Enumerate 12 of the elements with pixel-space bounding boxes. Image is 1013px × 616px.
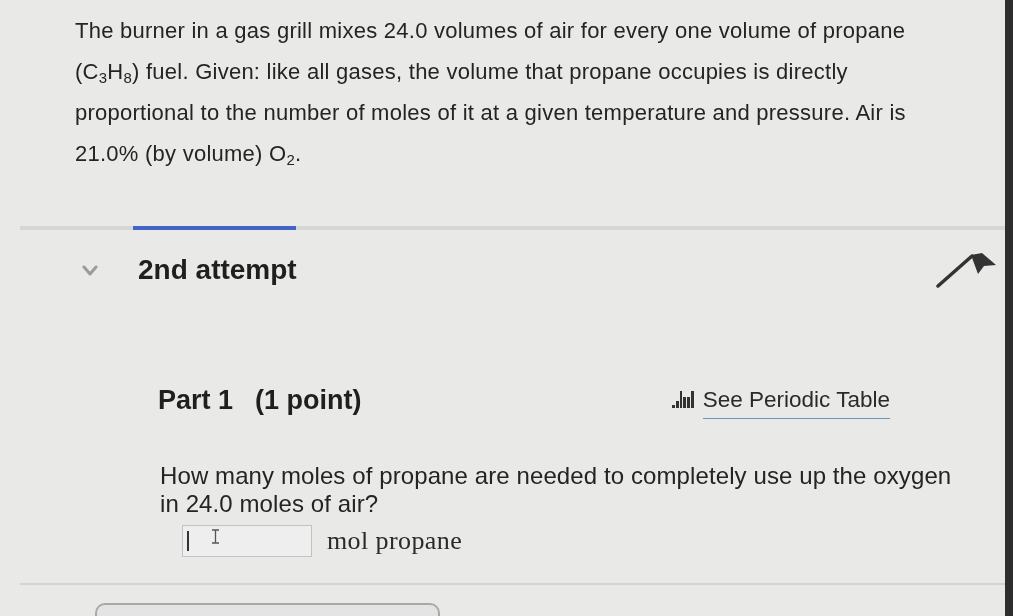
periodic-table-link[interactable]: See Periodic Table [671,381,890,419]
question-text: How many moles of propane are needed to completely use up the oxygen in 24.0 moles of air? [160,462,953,518]
periodic-table-icon [671,391,694,409]
part-title: Part 1 [158,384,234,416]
problem-statement: The burner in a gas grill mixes 24.0 volumes of air for every one volume of propane (C$_{3}$H$_{8}$) fuel. Given: like all gases, the volume that propane occupies is directly proportional to the number of moles of it at a given temperature and pressure. Air is 21.0% (by volume) O$_{2}$. [75,17,907,170]
attempt-label: 2nd attempt [138,254,297,286]
points-label: (1 point) [255,384,362,416]
ibeam-cursor-icon [211,529,220,544]
unit-label: mol propane [327,526,463,556]
answer-field[interactable] [182,525,312,557]
chevron-icon[interactable] [82,264,98,276]
flag-icon[interactable] [936,252,998,288]
